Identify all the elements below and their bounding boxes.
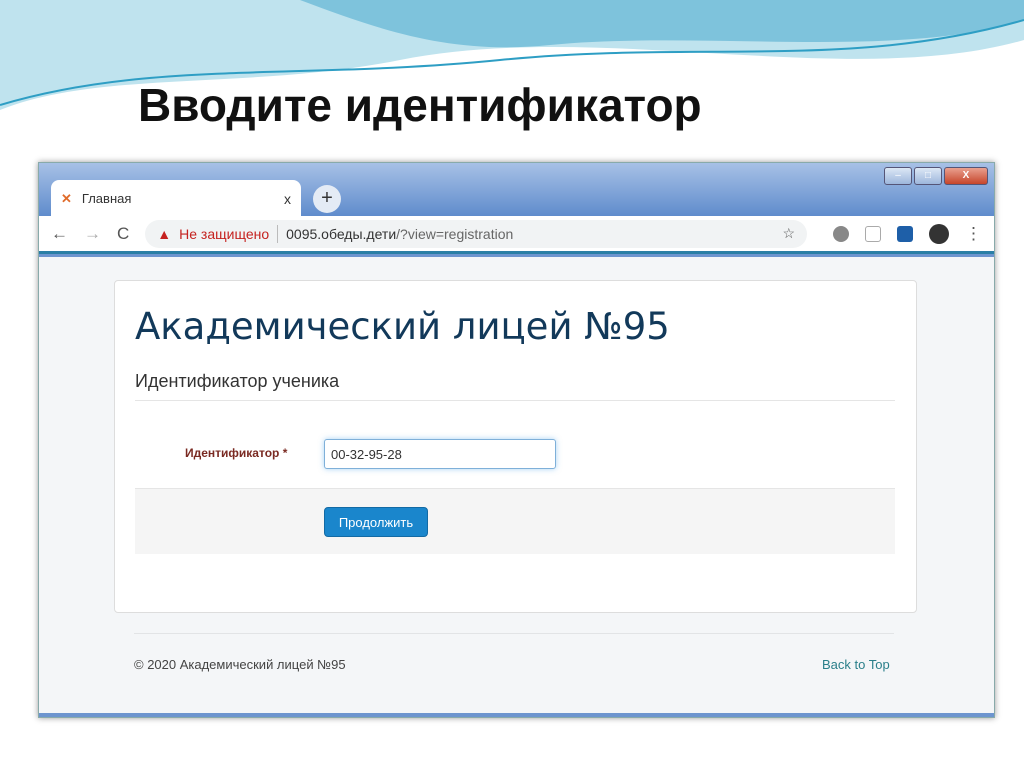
back-to-top-link[interactable]: Back to Top [822,657,890,672]
footer-copyright: © 2020 Академический лицей №95 [134,657,346,672]
identifier-label: Идентификатор * [185,446,288,460]
reload-icon[interactable]: C [117,224,129,244]
joomla-icon: ✕ [61,190,72,206]
tab-close-icon[interactable]: x [284,191,291,207]
menu-icon[interactable]: ⋮ [965,224,982,244]
minimize-button[interactable]: – [884,167,912,185]
extension-icon[interactable] [833,225,849,242]
tab-bar: ✕ Главная x + – □ X [39,163,994,217]
tab-title: Главная [81,191,132,206]
bookmark-star-icon[interactable]: ☆ [782,225,795,242]
identifier-input[interactable] [324,439,556,469]
close-window-button[interactable]: X [944,167,988,185]
warning-icon: ▲ [157,225,172,242]
slide-title: Вводите идентификатор [138,79,702,131]
window-controls: – □ X [884,167,988,185]
form-actions: Продолжить [135,488,895,554]
address-bar[interactable]: ▲ Не защищено 0095.обеды.дети/?view=regi… [145,219,807,248]
page-viewport: Академический лицей №95 Идентификатор уч… [39,257,994,713]
url-host: 0095.обеды.дети [286,225,397,242]
maximize-button[interactable]: □ [914,167,942,185]
new-tab-button[interactable]: + [313,185,341,213]
browser-window: ✕ Главная x + – □ X ← → C ▲ Не защищено … [38,162,995,718]
tab-home[interactable]: ✕ Главная x [51,180,301,217]
divider [277,224,279,243]
registration-card: Академический лицей №95 Идентификатор уч… [114,280,917,613]
footer-divider [134,633,894,634]
security-label[interactable]: Не защищено [179,226,269,242]
back-icon[interactable]: ← [51,224,68,244]
continue-button[interactable]: Продолжить [324,507,428,537]
forward-icon[interactable]: → [84,224,101,244]
extension-blue-icon[interactable] [897,225,913,242]
site-title: Академический лицей №95 [135,305,670,348]
url-path: /?view=registration [396,225,514,242]
form-legend: Идентификатор ученика [135,371,895,401]
search-extension-icon[interactable] [865,225,881,242]
url-text[interactable]: 0095.обеды.дети/?view=registration [286,226,513,242]
profile-avatar[interactable] [929,223,949,244]
browser-toolbar: ← → C ▲ Не защищено 0095.обеды.дети/?vie… [39,216,994,254]
